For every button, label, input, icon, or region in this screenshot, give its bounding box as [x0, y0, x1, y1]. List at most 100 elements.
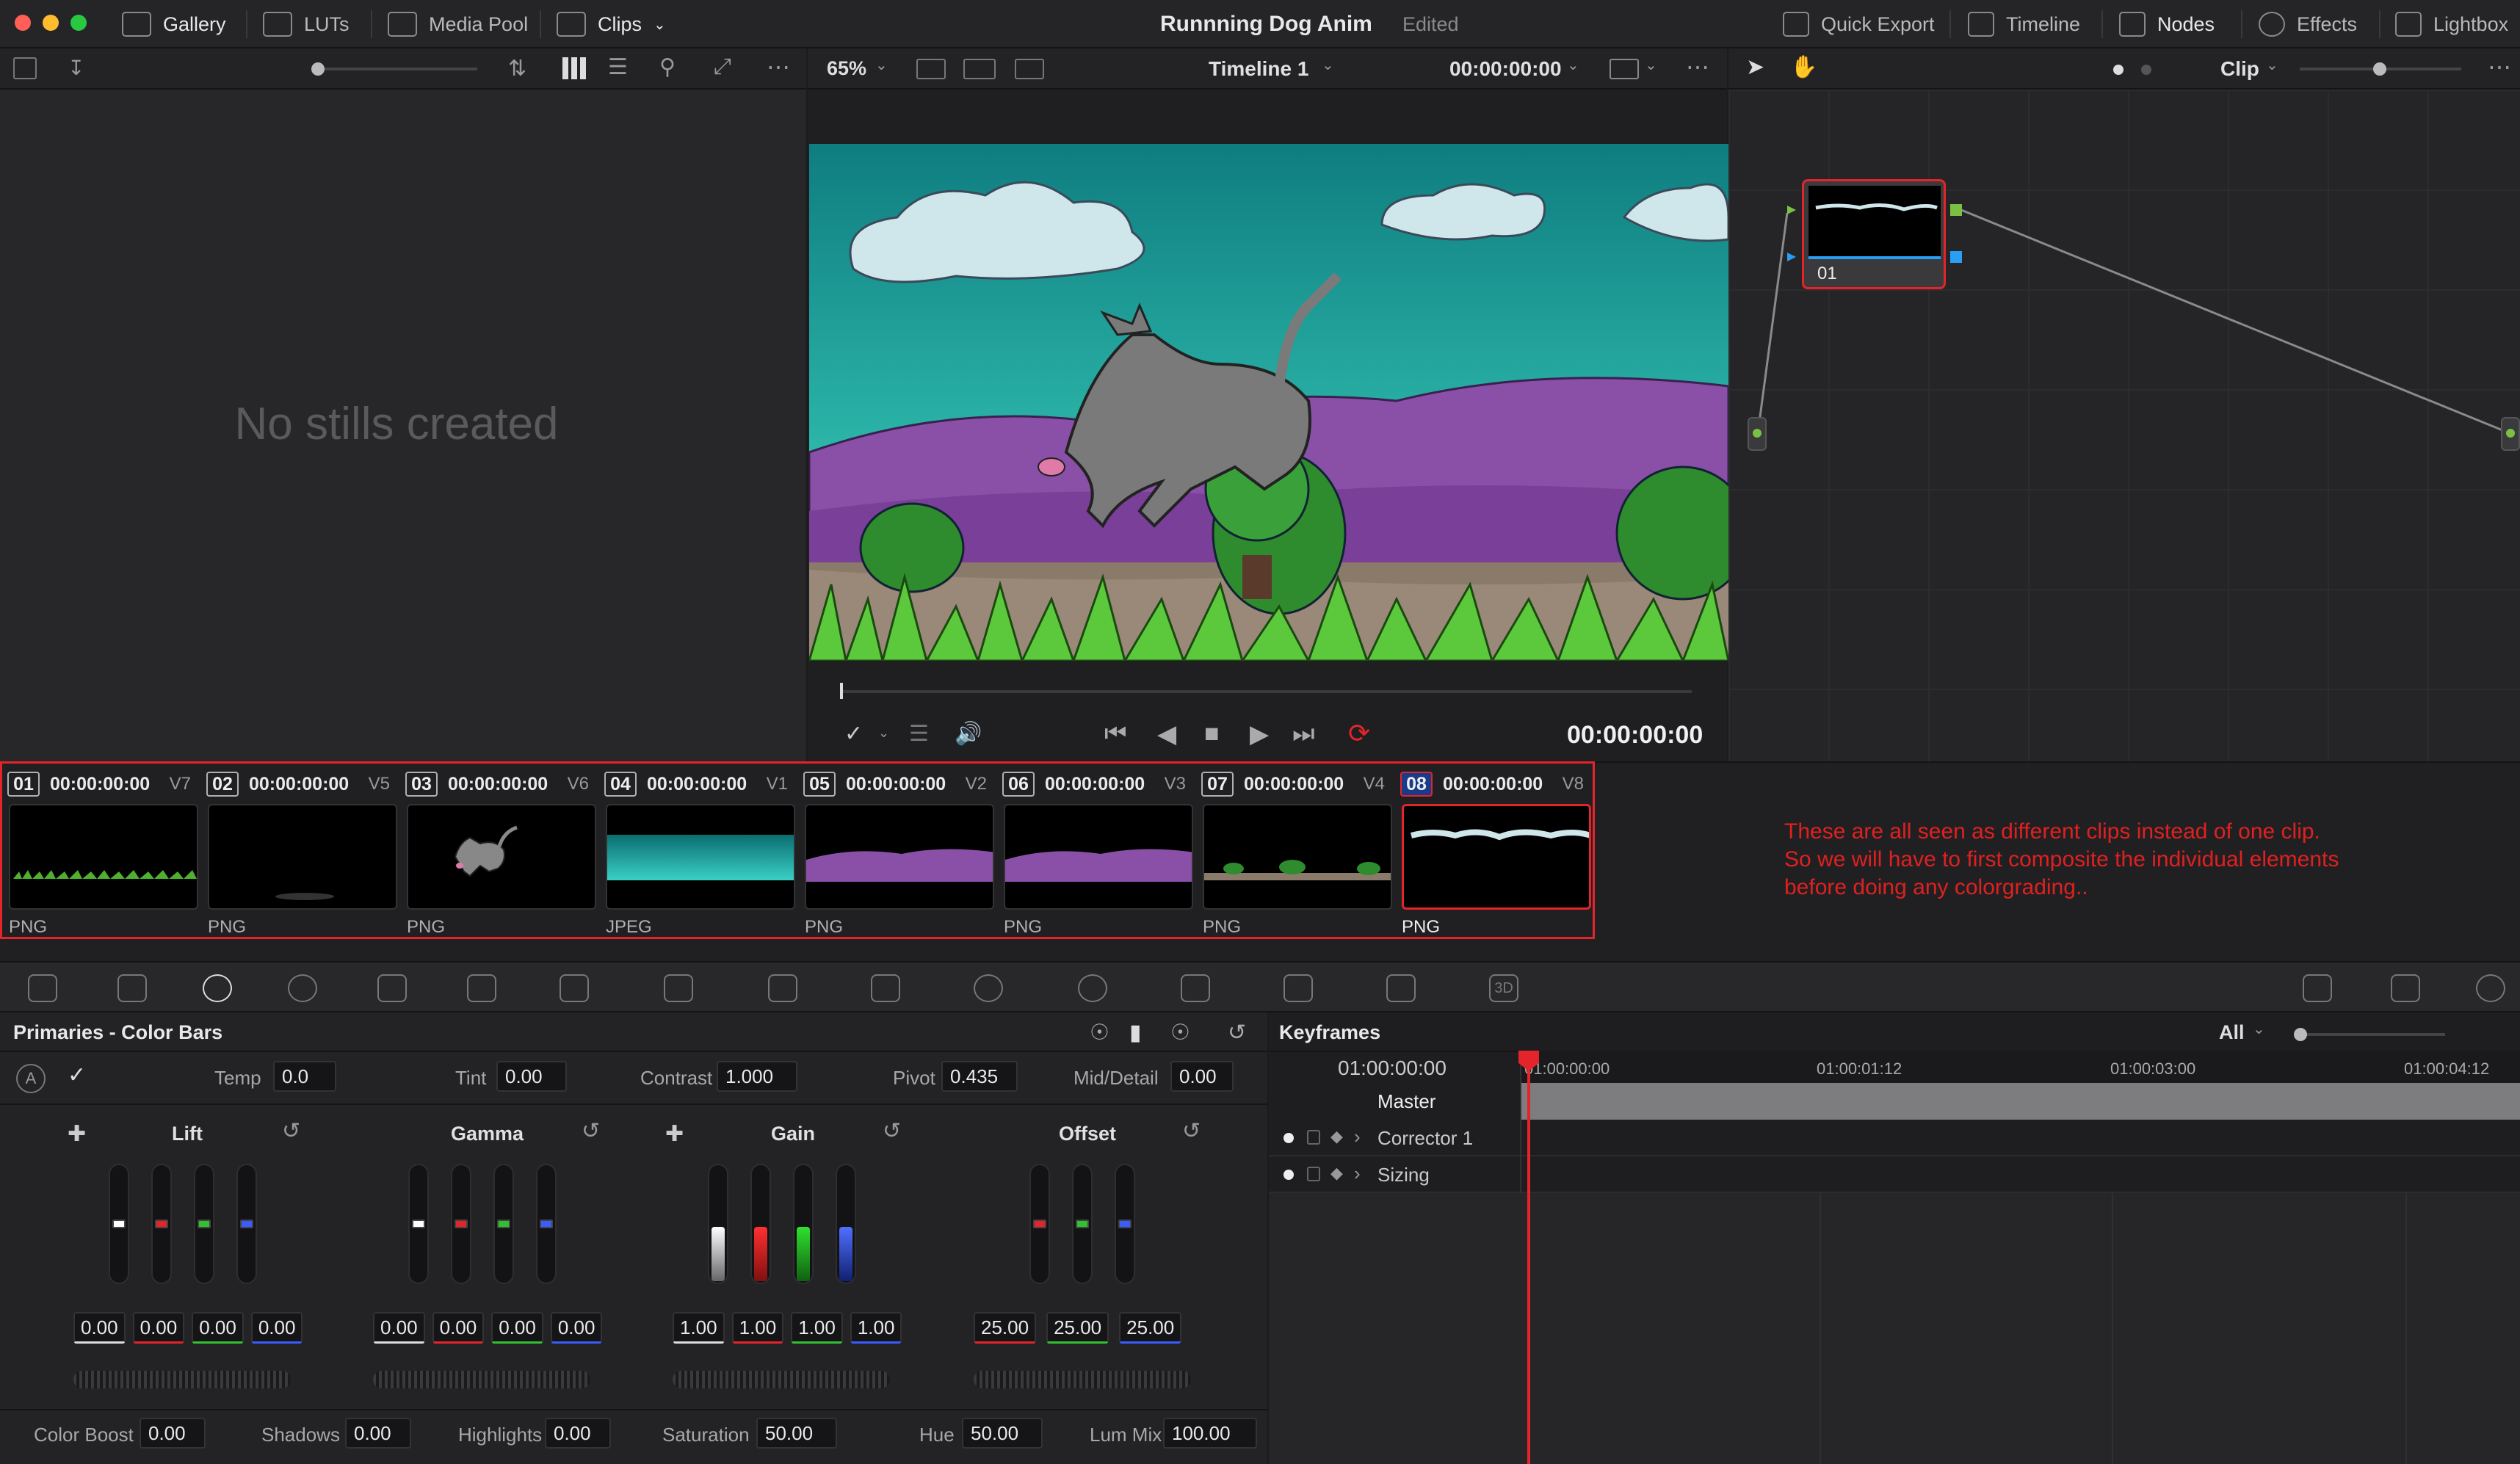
keyframes-ruler[interactable]: 01:00:00:00 01:00:01:12 01:00:03:00 01:0…	[1521, 1051, 2520, 1083]
source-output[interactable]	[1753, 429, 1762, 438]
scrubber-bar[interactable]	[840, 683, 1692, 699]
shadows-field[interactable]: 0.00	[345, 1418, 411, 1449]
lift-reset-icon[interactable]: ↺	[282, 1118, 300, 1144]
clip-02[interactable]: 02 00:00:00:00 V5 PNG	[199, 767, 397, 937]
slider-knob[interactable]	[155, 1220, 168, 1228]
gain-jog-wheel[interactable]	[673, 1371, 890, 1388]
colorboost-field[interactable]: 0.00	[140, 1418, 206, 1449]
corrector-row[interactable]: ◆ › Corrector 1	[1269, 1120, 2520, 1156]
offset-red-slider[interactable]	[1029, 1164, 1050, 1284]
picker-icon[interactable]: ✓	[68, 1062, 86, 1088]
more-options-icon[interactable]: ⋯	[2488, 53, 2511, 81]
fullscreen-icon[interactable]: ⤢	[714, 54, 731, 79]
output-input[interactable]	[2506, 429, 2515, 438]
gamma-master-slider[interactable]	[408, 1164, 429, 1284]
list-view-icon[interactable]: ☰	[608, 54, 628, 80]
chevron-down-icon[interactable]: ⌄	[1645, 56, 1657, 74]
pivot-field[interactable]: 0.435	[941, 1061, 1018, 1092]
pointer-icon[interactable]: ➤	[1746, 54, 1764, 80]
clip-07[interactable]: 07 00:00:00:00 V4 PNG	[1194, 767, 1392, 937]
viewer-timecode[interactable]: 00:00:00:00	[1449, 57, 1562, 81]
lift-blue-value[interactable]: 0.00	[250, 1312, 303, 1344]
lift-blue-slider[interactable]	[236, 1164, 257, 1284]
crosshair-icon[interactable]: ✚	[68, 1121, 86, 1147]
grid-view-icon[interactable]	[562, 57, 586, 79]
color-warper-icon[interactable]	[664, 974, 693, 1002]
minimize-window-button[interactable]	[43, 15, 59, 31]
chevron-down-icon[interactable]: ⌄	[878, 725, 889, 741]
contrast-field[interactable]: 1.000	[717, 1061, 797, 1092]
eyedropper-icon[interactable]: ✓	[844, 721, 863, 747]
gamma-green-slider[interactable]	[493, 1164, 514, 1284]
chevron-down-icon[interactable]: ⌄	[875, 56, 888, 74]
slider-knob[interactable]	[455, 1220, 468, 1228]
clip-thumbnail[interactable]	[407, 804, 596, 910]
lift-red-value[interactable]: 0.00	[132, 1312, 185, 1344]
diamond-icon[interactable]: ◆	[1330, 1164, 1343, 1183]
qualifier-icon[interactable]	[768, 974, 797, 1002]
node-output-rgb[interactable]	[1950, 204, 1962, 216]
more-options-icon[interactable]: ⋯	[1686, 53, 1709, 81]
sizing-icon[interactable]	[1386, 974, 1416, 1002]
lift-master-value[interactable]: 0.00	[73, 1312, 126, 1344]
effects-tab[interactable]: Effects	[2259, 0, 2357, 48]
slider-knob[interactable]	[198, 1220, 211, 1228]
clip-01[interactable]: 01 00:00:00:00 V7 PNG	[0, 767, 198, 937]
chevron-down-icon[interactable]: ⌄	[1322, 56, 1334, 74]
quick-export-button[interactable]: Quick Export	[1783, 0, 1935, 48]
split-viewer-icon[interactable]	[963, 59, 996, 79]
playhead[interactable]	[840, 683, 843, 699]
slider-knob[interactable]	[1118, 1220, 1132, 1228]
sort-icon[interactable]: ⇅	[508, 56, 526, 81]
reset-icon[interactable]: ↺	[1228, 1020, 1246, 1046]
diamond-icon[interactable]: ◆	[1330, 1127, 1343, 1146]
sidebar-toggle-icon[interactable]	[13, 57, 37, 79]
motion-effects-icon[interactable]	[467, 974, 496, 1002]
color-match-icon[interactable]	[117, 974, 147, 1002]
gamma-blue-slider[interactable]	[536, 1164, 557, 1284]
window-icon[interactable]	[871, 974, 900, 1002]
loop-icon[interactable]: ⟳	[1348, 718, 1370, 749]
slider-knob[interactable]	[240, 1220, 253, 1228]
download-icon[interactable]: ↧	[68, 56, 84, 80]
tracker-icon[interactable]	[974, 974, 1003, 1002]
gain-blue-value[interactable]: 1.00	[850, 1312, 902, 1344]
rgb-mixer-icon[interactable]	[377, 974, 407, 1002]
last-frame-icon[interactable]: ⏭	[1292, 720, 1315, 748]
node-zoom-slider[interactable]	[2300, 62, 2461, 76]
slider-knob[interactable]	[497, 1220, 510, 1228]
keyframes-icon[interactable]	[2303, 974, 2332, 1002]
luts-tab[interactable]: LUTs	[263, 0, 350, 48]
saturation-field[interactable]: 50.00	[756, 1418, 837, 1449]
lift-green-value[interactable]: 0.00	[192, 1312, 244, 1344]
gamma-red-value[interactable]: 0.00	[432, 1312, 485, 1344]
node-mode[interactable]: Clip	[2220, 57, 2259, 81]
gamma-reset-icon[interactable]: ↺	[582, 1118, 600, 1144]
hand-icon[interactable]: ✋	[1790, 54, 1817, 80]
curves-icon[interactable]	[560, 974, 589, 1002]
lock-icon[interactable]	[1307, 1130, 1320, 1145]
key-icon[interactable]	[1283, 974, 1313, 1002]
gamma-jog-wheel[interactable]	[373, 1371, 590, 1388]
volume-icon[interactable]: 🔊	[955, 721, 982, 747]
wipe-icon[interactable]	[1015, 59, 1044, 79]
slider-knob[interactable]	[112, 1220, 126, 1228]
gallery-tab[interactable]: Gallery	[122, 0, 226, 48]
clip-05[interactable]: 05 00:00:00:00 V2 PNG	[796, 767, 994, 937]
temp-field[interactable]: 0.0	[273, 1061, 336, 1092]
clip-thumbnail[interactable]	[208, 804, 397, 910]
master-row[interactable]: Master	[1269, 1083, 2520, 1120]
clip-03[interactable]: 03 00:00:00:00 V6 PNG	[398, 767, 596, 937]
slider-handle[interactable]	[311, 62, 325, 76]
nodes-tab[interactable]: Nodes	[2119, 0, 2215, 48]
camera-raw-icon[interactable]	[28, 974, 57, 1002]
gain-blue-slider[interactable]	[836, 1164, 856, 1284]
gamma-green-value[interactable]: 0.00	[491, 1312, 543, 1344]
offset-jog-wheel[interactable]	[974, 1371, 1191, 1388]
keyframes-filter[interactable]: All	[2219, 1021, 2245, 1044]
node-output-key[interactable]	[1950, 251, 1962, 263]
timeline-name[interactable]: Timeline 1	[1209, 57, 1308, 81]
media-pool-tab[interactable]: Media Pool	[388, 0, 528, 48]
clip-08[interactable]: 08 00:00:00:00 V8 PNG	[1393, 767, 1591, 937]
chevron-down-icon[interactable]: ⌄	[2253, 1020, 2265, 1038]
